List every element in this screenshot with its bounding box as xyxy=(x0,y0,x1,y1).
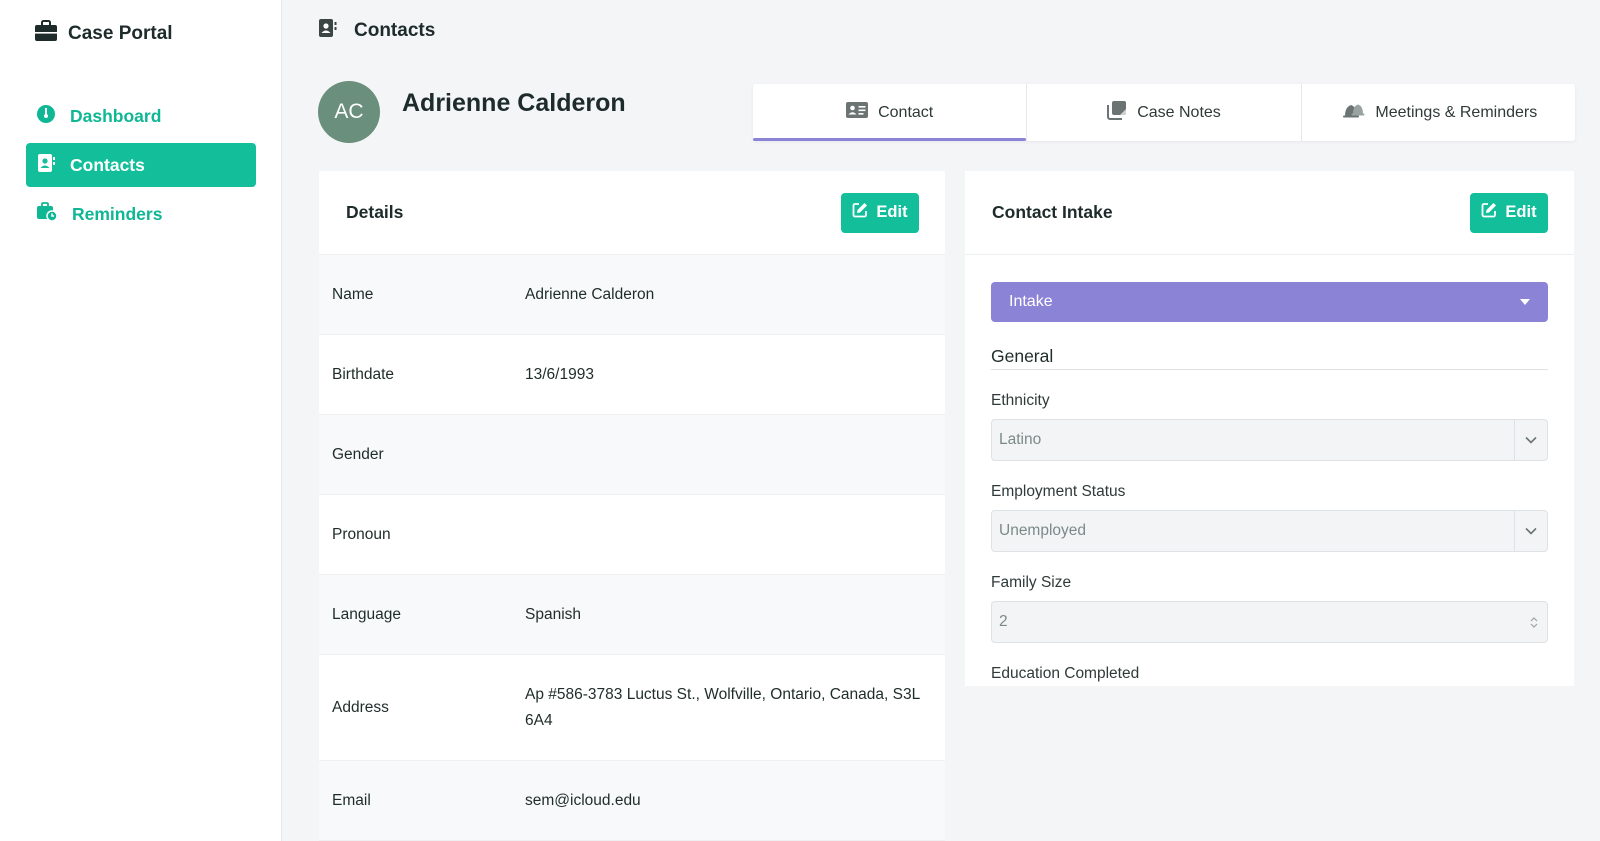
intake-card-header: Contact Intake Edit xyxy=(965,171,1574,255)
reminders-icon xyxy=(36,201,58,227)
intake-edit-button[interactable]: Edit xyxy=(1470,192,1548,233)
tab-meetings-reminders[interactable]: Meetings & Reminders xyxy=(1302,84,1575,141)
contact-name: Adrienne Calderon xyxy=(402,89,626,117)
intake-form: Intake General Ethnicity Latino Employme… xyxy=(965,255,1574,683)
details-card: Details Edit Name Adrienne Calderon Birt… xyxy=(319,171,945,841)
ethnicity-value: Latino xyxy=(999,431,1042,448)
tab-contact[interactable]: Contact xyxy=(753,84,1028,141)
details-edit-button[interactable]: Edit xyxy=(841,192,919,233)
tab-label: Meetings & Reminders xyxy=(1375,103,1538,121)
detail-value: sem@icloud.edu xyxy=(525,791,641,809)
sidebar-item-reminders[interactable]: Reminders xyxy=(26,192,256,236)
employment-status-select[interactable]: Unemployed xyxy=(991,510,1548,552)
edit-icon xyxy=(1481,202,1497,223)
detail-value: Ap #586-3783 Luctus St., Wolfville, Onta… xyxy=(525,685,920,729)
edit-icon xyxy=(852,202,868,223)
detail-label: Name xyxy=(332,285,374,303)
edit-label: Edit xyxy=(876,203,908,221)
brand[interactable]: Case Portal xyxy=(34,20,173,47)
details-card-header: Details Edit xyxy=(319,171,945,255)
caret-down-icon xyxy=(1520,299,1530,305)
family-size-input[interactable]: 2 xyxy=(991,601,1548,643)
employment-label: Employment Status xyxy=(991,483,1126,500)
dashboard-icon xyxy=(36,104,56,129)
page-title: Contacts xyxy=(354,19,436,41)
app-title: Case Portal xyxy=(68,22,173,44)
sidebar-item-label: Reminders xyxy=(72,203,163,224)
contact-intake-card: Contact Intake Edit Intake General Ethni… xyxy=(965,171,1574,686)
detail-row-name: Name Adrienne Calderon xyxy=(319,255,945,335)
family-size-value: 2 xyxy=(999,613,1008,630)
chevron-down-icon xyxy=(1514,511,1547,551)
detail-label: Email xyxy=(332,791,371,809)
bell-icon xyxy=(1339,100,1365,125)
employment-value: Unemployed xyxy=(999,522,1087,539)
sidebar: Case Portal Dashboard Contacts Reminders xyxy=(0,0,282,841)
edit-label: Edit xyxy=(1505,203,1537,221)
intake-title: Contact Intake xyxy=(992,202,1113,222)
chevron-down-icon xyxy=(1514,420,1547,460)
notes-icon xyxy=(1107,100,1127,125)
detail-label: Birthdate xyxy=(332,365,395,383)
intake-type-dropdown[interactable]: Intake xyxy=(991,282,1548,322)
details-rows: Name Adrienne Calderon Birthdate 13/6/19… xyxy=(319,255,945,841)
contacts-icon xyxy=(36,153,56,178)
detail-label: Pronoun xyxy=(332,525,391,543)
stepper-icon[interactable] xyxy=(1521,602,1547,642)
detail-value: Adrienne Calderon xyxy=(525,285,655,303)
briefcase-icon xyxy=(34,20,58,47)
contact-tabs: Contact Case Notes Meetings & Reminders xyxy=(753,84,1575,141)
tab-label: Contact xyxy=(878,103,934,121)
detail-row-gender: Gender xyxy=(319,415,945,495)
detail-row-address: Address Ap #586-3783 Luctus St., Wolfvil… xyxy=(319,655,945,761)
education-label: Education Completed xyxy=(991,665,1140,682)
detail-row-birthdate: Birthdate 13/6/1993 xyxy=(319,335,945,415)
detail-row-email: Email sem@icloud.edu xyxy=(319,761,945,841)
family-size-label: Family Size xyxy=(991,574,1072,591)
sidebar-item-contacts[interactable]: Contacts xyxy=(26,143,256,187)
section-title-general: General xyxy=(991,346,1548,370)
contact-card-icon xyxy=(846,102,869,123)
ethnicity-select[interactable]: Latino xyxy=(991,419,1548,461)
tab-label: Case Notes xyxy=(1137,103,1221,121)
detail-value: 13/6/1993 xyxy=(525,365,594,383)
sidebar-item-dashboard[interactable]: Dashboard xyxy=(26,94,256,138)
detail-label: Address xyxy=(332,698,389,716)
sidebar-item-label: Contacts xyxy=(70,154,145,175)
ethnicity-label: Ethnicity xyxy=(991,392,1050,409)
detail-row-language: Language Spanish xyxy=(319,575,945,655)
tab-case-notes[interactable]: Case Notes xyxy=(1027,84,1302,141)
detail-label: Gender xyxy=(332,445,384,463)
sidebar-nav: Dashboard Contacts Reminders xyxy=(26,94,256,241)
detail-row-pronoun: Pronoun xyxy=(319,495,945,575)
details-title: Details xyxy=(346,202,404,222)
detail-value: Spanish xyxy=(525,605,582,623)
avatar: AC xyxy=(318,81,380,143)
contacts-icon xyxy=(318,18,338,43)
page-header: Contacts xyxy=(318,18,435,43)
intake-type-value: Intake xyxy=(1009,293,1053,310)
detail-label: Language xyxy=(332,605,401,623)
sidebar-item-label: Dashboard xyxy=(70,105,162,126)
